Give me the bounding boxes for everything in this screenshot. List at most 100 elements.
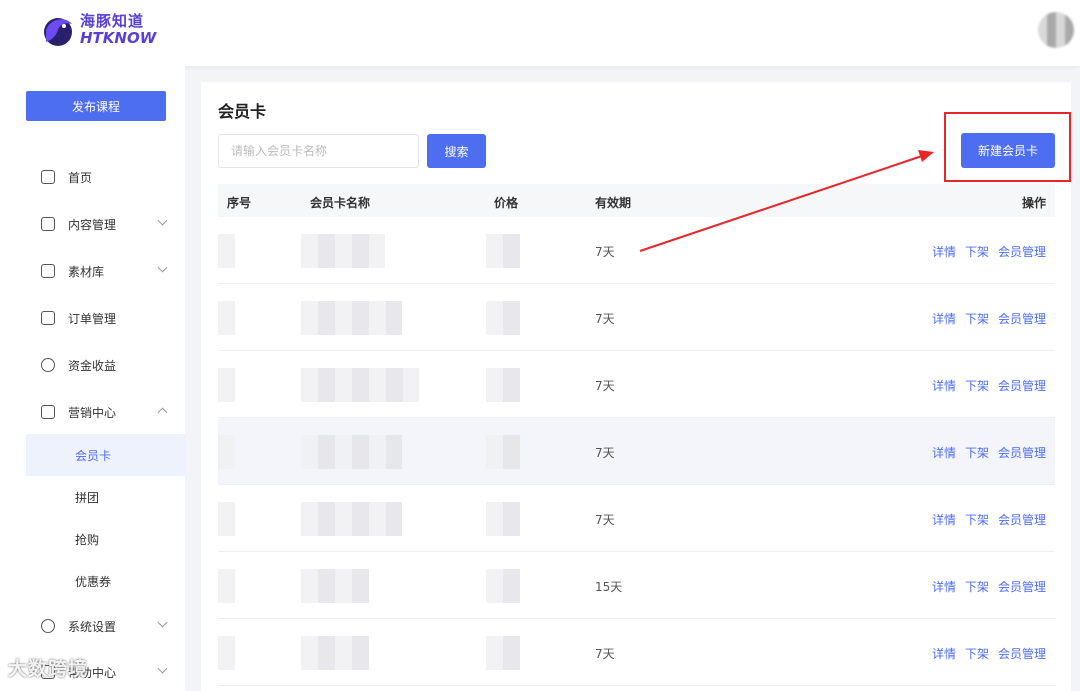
redacted-cell <box>301 368 419 402</box>
redacted-cell <box>218 234 235 268</box>
detail-link[interactable]: 详情 <box>932 243 956 260</box>
dolphin-logo-icon <box>44 18 72 46</box>
sidebar-subitem-flash-sale[interactable]: 抢购 <box>0 518 185 560</box>
redacted-cell <box>301 636 369 670</box>
redacted-cell <box>486 502 520 536</box>
redacted-cell <box>301 569 369 603</box>
unlist-link[interactable]: 下架 <box>965 511 989 528</box>
sidebar-item-marketing[interactable]: 营销中心 <box>0 392 185 432</box>
money-bag-icon <box>41 358 55 372</box>
detail-link[interactable]: 详情 <box>932 377 956 394</box>
unlist-link[interactable]: 下架 <box>965 310 989 327</box>
detail-link[interactable]: 详情 <box>932 645 956 662</box>
unlist-link[interactable]: 下架 <box>965 377 989 394</box>
redacted-cell <box>218 636 235 670</box>
chevron-down-icon <box>157 215 168 226</box>
column-header: 序号 <box>227 196 252 210</box>
redacted-cell <box>218 368 235 402</box>
validity-cell: 7天 <box>595 513 615 527</box>
sidebar-item-label: 营销中心 <box>68 405 117 420</box>
member-manage-link[interactable]: 会员管理 <box>998 377 1046 394</box>
sidebar-item-label: 订单管理 <box>68 311 117 326</box>
detail-link[interactable]: 详情 <box>932 511 956 528</box>
sidebar-subitem-coupons[interactable]: 优惠券 <box>0 560 185 602</box>
settings-icon <box>41 619 55 633</box>
table-row: 7天 详情 下架 会员管理 <box>218 284 1055 351</box>
validity-cell: 7天 <box>595 647 615 661</box>
marketing-icon <box>41 405 55 419</box>
logo-cn-text: 海豚知道 <box>80 12 145 30</box>
avatar[interactable] <box>1038 12 1074 48</box>
chevron-down-icon <box>157 617 168 628</box>
home-icon <box>41 170 55 184</box>
chevron-down-icon <box>157 262 168 273</box>
validity-cell: 7天 <box>595 312 615 326</box>
unlist-link[interactable]: 下架 <box>965 444 989 461</box>
table-row: 7天 详情 下架 会员管理 <box>218 217 1055 284</box>
redacted-cell <box>218 502 235 536</box>
column-header: 价格 <box>494 196 519 210</box>
page-title: 会员卡 <box>218 102 267 121</box>
redacted-cell <box>486 368 520 402</box>
unlist-link[interactable]: 下架 <box>965 645 989 662</box>
validity-cell: 7天 <box>595 379 615 393</box>
table-row: 7天 详情 下架 会员管理 <box>218 418 1055 485</box>
chevron-down-icon <box>157 663 168 674</box>
column-header: 有效期 <box>595 196 632 210</box>
sidebar-item-home[interactable]: 首页 <box>0 157 185 197</box>
sidebar-subitem-group-buy[interactable]: 拼团 <box>0 476 185 518</box>
logo[interactable]: 海豚知道 HTKNOW <box>40 12 156 48</box>
search-button[interactable]: 搜索 <box>427 134 486 168</box>
unlist-link[interactable]: 下架 <box>965 578 989 595</box>
table-row: 7天 详情 下架 会员管理 <box>218 485 1055 552</box>
member-manage-link[interactable]: 会员管理 <box>998 243 1046 260</box>
sidebar-item-label: 系统设置 <box>68 619 117 634</box>
sidebar-item-label: 资金收益 <box>68 358 117 373</box>
sidebar-item-materials[interactable]: 素材库 <box>0 251 185 291</box>
sidebar-item-orders[interactable]: 订单管理 <box>0 298 185 338</box>
detail-link[interactable]: 详情 <box>932 310 956 327</box>
sidebar-subitem-member-card[interactable]: 会员卡 <box>26 434 185 476</box>
sidebar-item-content[interactable]: 内容管理 <box>0 204 185 244</box>
sidebar: 发布课程 首页 内容管理 素材库 订单管理 资金收益 营销中心 会员卡 拼团 抢… <box>0 66 185 691</box>
member-manage-link[interactable]: 会员管理 <box>998 645 1046 662</box>
redacted-cell <box>218 569 235 603</box>
redacted-cell <box>301 234 385 268</box>
unlist-link[interactable]: 下架 <box>965 243 989 260</box>
validity-cell: 15天 <box>595 580 623 594</box>
table-row: 7天 详情 下架 会员管理 <box>218 619 1055 686</box>
content-icon <box>41 217 55 231</box>
table-row: 7天 详情 下架 会员管理 <box>218 351 1055 418</box>
logo-en-text: HTKNOW <box>80 29 157 47</box>
member-manage-link[interactable]: 会员管理 <box>998 578 1046 595</box>
sidebar-item-income[interactable]: 资金收益 <box>0 345 185 385</box>
redacted-cell <box>486 234 520 268</box>
redacted-cell <box>486 636 520 670</box>
member-manage-link[interactable]: 会员管理 <box>998 444 1046 461</box>
column-header: 操作 <box>1021 196 1046 210</box>
member-card-table: 序号 会员卡名称 价格 有效期 操作 7天 详情 下架 会员管理 7天 详情 下架 会员… <box>218 184 1055 686</box>
folder-icon <box>41 264 55 278</box>
member-manage-link[interactable]: 会员管理 <box>998 511 1046 528</box>
main-panel: 会员卡 搜索 新建会员卡 序号 会员卡名称 价格 有效期 操作 7天 详情下架会… <box>201 82 1071 691</box>
validity-cell: 7天 <box>595 446 615 460</box>
chevron-up-icon <box>157 407 168 418</box>
publish-course-button[interactable]: 发布课程 <box>26 91 166 121</box>
order-icon <box>41 311 55 325</box>
redacted-cell <box>486 435 520 469</box>
redacted-cell <box>218 435 235 469</box>
sidebar-item-label: 素材库 <box>68 264 105 279</box>
top-header: 海豚知道 HTKNOW <box>0 0 1080 66</box>
detail-link[interactable]: 详情 <box>932 578 956 595</box>
new-member-card-button[interactable]: 新建会员卡 <box>961 133 1055 168</box>
table-header: 序号 会员卡名称 价格 有效期 操作 <box>218 184 1055 217</box>
search-input[interactable] <box>218 134 419 168</box>
redacted-cell <box>301 301 402 335</box>
redacted-cell <box>486 569 520 603</box>
column-header: 会员卡名称 <box>310 196 371 210</box>
watermark-text: 大数跨境 <box>8 658 89 680</box>
detail-link[interactable]: 详情 <box>932 444 956 461</box>
member-manage-link[interactable]: 会员管理 <box>998 310 1046 327</box>
sidebar-item-settings[interactable]: 系统设置 <box>0 606 185 646</box>
validity-cell: 7天 <box>595 245 615 259</box>
